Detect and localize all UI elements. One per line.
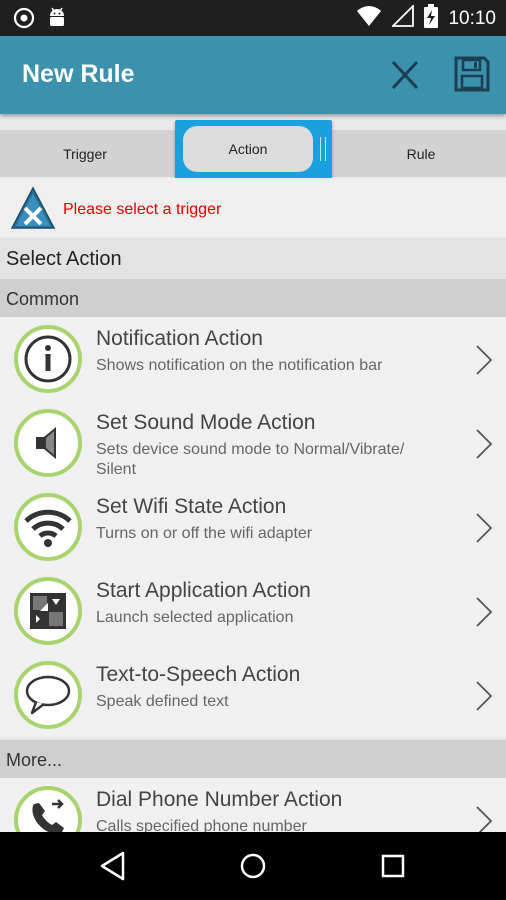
app-bar: New Rule [0, 36, 506, 114]
chevron-right-icon [476, 597, 493, 627]
status-time: 10:10 [448, 7, 496, 29]
recent-apps-icon[interactable] [381, 854, 405, 878]
chevron-right-icon [476, 806, 493, 832]
chevron-right-icon [476, 513, 493, 543]
item-title: Start Application Action [96, 579, 311, 602]
warning-banner: Please select a trigger [0, 178, 506, 237]
info-icon [14, 325, 82, 393]
group-header-more: More... [0, 740, 506, 778]
item-title: Dial Phone Number Action [96, 788, 343, 811]
list-item-text-to-speech-action[interactable]: Text-to-Speech Action Speak defined text [0, 653, 506, 737]
navigation-bar [0, 832, 506, 900]
warning-x-icon [10, 186, 56, 229]
item-description: Shows notification on the notification b… [96, 357, 383, 374]
item-title: Set Wifi State Action [96, 495, 287, 518]
section-title: Select Action [0, 238, 506, 279]
list-item-sound-mode-action[interactable]: Set Sound Mode Action Sets device sound … [0, 401, 506, 485]
list-item-wifi-state-action[interactable]: Set Wifi State Action Turns on or off th… [0, 485, 506, 569]
item-description: Sets device sound mode to Normal/Vibrate… [96, 441, 405, 478]
list-item-notification-action[interactable]: Notification Action Shows notification o… [0, 317, 506, 401]
target-icon [12, 6, 36, 35]
drag-grip-icon[interactable] [320, 137, 326, 161]
warning-text: Please select a trigger [63, 201, 222, 218]
item-description: Turns on or off the wifi adapter [96, 525, 313, 542]
speech-bubble-icon [14, 661, 82, 729]
section-title-label: Select Action [6, 248, 122, 270]
phone-call-icon [14, 786, 82, 832]
app-launch-icon [14, 577, 82, 645]
close-icon [391, 60, 419, 90]
chevron-right-icon [476, 345, 493, 375]
wifi-icon [14, 493, 82, 561]
item-title: Text-to-Speech Action [96, 663, 301, 686]
back-icon[interactable] [98, 850, 128, 882]
chevron-right-icon [476, 429, 493, 459]
save-icon [454, 56, 490, 92]
list-item-dial-phone-action[interactable]: Dial Phone Number Action Calls specified… [0, 778, 506, 832]
group-header-label: Common [6, 289, 80, 309]
chevron-right-icon [476, 681, 493, 711]
page-title: New Rule [22, 60, 135, 88]
group-header-label: More... [6, 750, 63, 770]
list-item-start-application-action[interactable]: Start Application Action Launch selected… [0, 569, 506, 653]
speaker-icon [14, 409, 82, 477]
tab-rule[interactable]: Rule [336, 130, 506, 177]
item-title: Notification Action [96, 327, 263, 350]
tab-trigger[interactable]: Trigger [0, 130, 170, 177]
more-action-list: Dial Phone Number Action Calls specified… [0, 778, 506, 832]
home-icon[interactable] [240, 853, 266, 879]
close-button[interactable] [385, 58, 425, 92]
group-header-common: Common [0, 279, 506, 317]
android-icon [46, 6, 68, 35]
signal-icon [391, 3, 415, 32]
tab-action[interactable]: Action [183, 126, 313, 172]
item-title: Set Sound Mode Action [96, 411, 316, 434]
tab-action-highlight: Action [175, 120, 332, 180]
item-description: Calls specified phone number [96, 818, 307, 832]
battery-charging-icon [424, 4, 439, 33]
wifi-icon [356, 5, 382, 32]
status-bar: 10:10 [0, 0, 506, 36]
item-description: Speak defined text [96, 693, 229, 710]
save-button[interactable] [452, 54, 492, 94]
item-description: Launch selected application [96, 609, 294, 626]
